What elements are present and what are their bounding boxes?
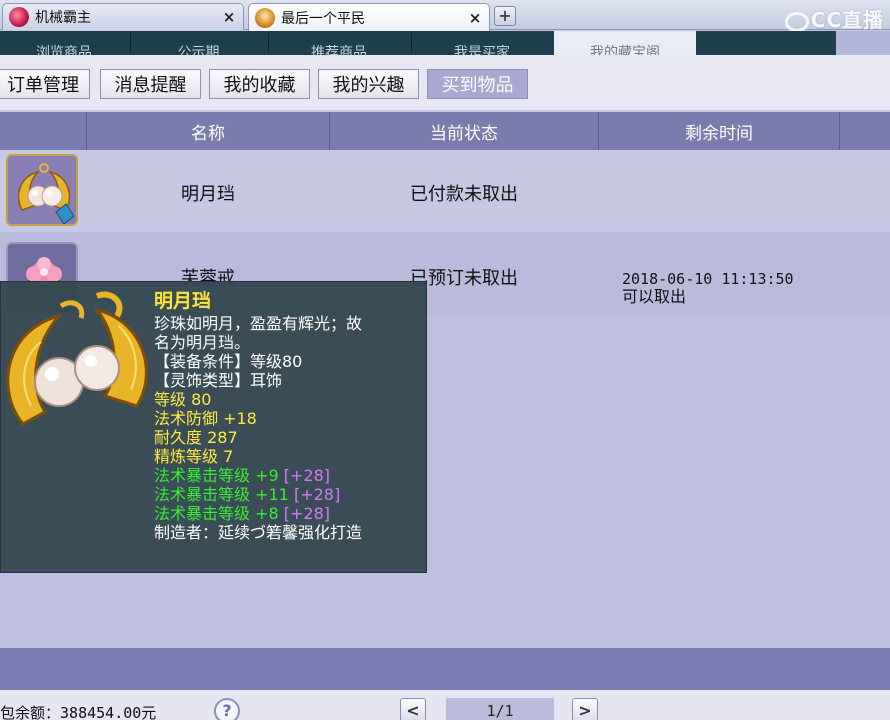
subtab-my-favorites[interactable]: 我的收藏 (209, 69, 310, 99)
subtab-message-alerts[interactable]: 消息提醒 (100, 69, 201, 99)
pickup-timestamp: 2018-06-10 11:13:50 (622, 270, 794, 288)
close-icon[interactable]: × (467, 9, 483, 27)
subtab-purchased-items[interactable]: 买到物品 (427, 69, 528, 99)
character-favicon-icon (255, 7, 275, 28)
stat-line: 等级 80 (154, 390, 212, 409)
tab-my-treasure[interactable]: 我的藏宝阁 (554, 31, 696, 55)
bonus-value: [+28] (283, 504, 331, 523)
bonus-value: [+28] (283, 466, 331, 485)
tooltip-text: 明月珰 珍珠如明月，盈盈有辉光；故 名为明月珰。 【装备条件】等级80 【灵饰类… (154, 288, 422, 542)
tab-label: 推荐商品 (311, 45, 367, 55)
divider (839, 112, 840, 150)
subtab-my-interests[interactable]: 我的兴趣 (318, 69, 419, 99)
prev-page-button[interactable]: < (400, 698, 426, 720)
tooltip-title: 明月珰 (154, 290, 212, 312)
bonus-stat-line: 法术暴击等级 +9 [+28] (154, 466, 422, 485)
stat-line: 法术防御 +18 (154, 409, 257, 428)
bottom-band (0, 648, 890, 690)
cc-logo-text: CC直播 (810, 8, 884, 32)
bonus-stat-line: 法术暴击等级 +8 [+28] (154, 504, 422, 523)
topnav-right-panel (836, 31, 890, 55)
table-row[interactable]: 明月珰 已付款未取出 (0, 150, 890, 232)
game-favicon-icon (9, 7, 29, 27)
accessory-type: 【灵饰类型】耳饰 (154, 371, 283, 390)
table-header: 名称 当前状态 剩余时间 (0, 112, 890, 150)
stat-line: 精炼等级 7 (154, 447, 234, 466)
browser-tab-1[interactable]: 机械霸主 × (2, 3, 244, 30)
earring-item-icon[interactable] (6, 154, 78, 226)
close-icon[interactable]: × (221, 8, 237, 26)
top-navigation: 浏览商品 公示期 推荐商品 我是买家 我的藏宝阁 (0, 31, 890, 55)
tab-public-period[interactable]: 公示期 (131, 31, 266, 55)
bonus-value: [+28] (293, 485, 341, 504)
item-tooltip: 明月珰 珍珠如明月，盈盈有辉光；故 名为明月珰。 【装备条件】等级80 【灵饰类… (0, 281, 427, 573)
earring-art-icon (6, 291, 148, 426)
pickup-note: 可以取出 (622, 287, 687, 306)
item-status: 已付款未取出 (410, 184, 518, 205)
browser-tab-2[interactable]: 最后一个平民 × (248, 3, 490, 31)
tab-browse-goods[interactable]: 浏览商品 (0, 31, 128, 55)
column-header-name: 名称 (191, 123, 225, 144)
page-indicator: 1/1 (446, 698, 554, 720)
item-remaining-time: 2018-06-10 11:13:50 可以取出 (622, 270, 794, 306)
tab-label: 公示期 (177, 45, 220, 55)
cc-live-logo: CC直播 (784, 4, 884, 33)
browser-tab-bar: 机械霸主 × 最后一个平民 × + CC直播 (0, 0, 890, 33)
tab-label: 我的藏宝阁 (590, 45, 660, 55)
column-header-remaining-time: 剩余时间 (685, 123, 753, 144)
tab-label: 机械霸主 (35, 10, 91, 26)
sub-tab-row: 订单管理 消息提醒 我的收藏 我的兴趣 买到物品 (0, 55, 890, 110)
balance-value: 388454.00元 (60, 704, 157, 720)
cc-bubble-icon (784, 11, 809, 32)
tab-label: 最后一个平民 (281, 10, 365, 27)
subtab-order-management[interactable]: 订单管理 (0, 69, 90, 99)
column-header-status: 当前状态 (430, 123, 498, 144)
bonus-stat: 法术暴击等级 +11 (154, 485, 289, 504)
balance-label: 包余额： (0, 704, 61, 720)
bonus-stat-line: 法术暴击等级 +11 [+28] (154, 485, 422, 504)
tab-i-am-buyer[interactable]: 我是买家 (412, 31, 552, 55)
bonus-stat: 法术暴击等级 +9 (154, 466, 279, 485)
help-button[interactable]: ? (214, 698, 240, 720)
tab-label: 我是买家 (454, 45, 510, 55)
footer-bar: 包余额：388454.00元 ? < 1/1 > (0, 690, 890, 720)
bonus-stat: 法术暴击等级 +8 (154, 504, 279, 523)
tab-recommended[interactable]: 推荐商品 (269, 31, 409, 55)
tooltip-description: 名为明月珰。 (154, 333, 251, 352)
next-page-button[interactable]: > (572, 698, 598, 720)
tooltip-description: 珍珠如明月，盈盈有辉光；故 (154, 314, 363, 333)
maker-line: 制造者：延续づ箬馨强化打造 (154, 523, 363, 542)
balance-display: 包余额：388454.00元 (0, 702, 156, 720)
item-name: 明月珰 (181, 184, 235, 205)
equip-requirement: 【装备条件】等级80 (154, 352, 303, 371)
stat-line: 耐久度 287 (154, 428, 238, 447)
new-tab-button[interactable]: + (494, 6, 516, 26)
tab-label: 浏览商品 (36, 45, 92, 55)
